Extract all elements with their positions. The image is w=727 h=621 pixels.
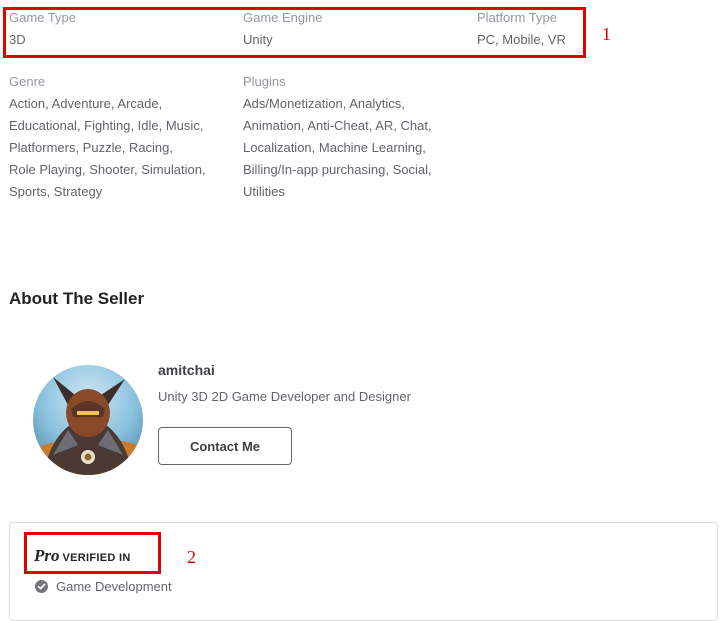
check-circle-icon	[35, 580, 48, 593]
genre-line: Role Playing, Shooter, Simulation,	[9, 162, 206, 177]
plugins-label: Plugins	[243, 74, 286, 89]
plugins-line: Localization, Machine Learning,	[243, 140, 426, 155]
annotation-box-1	[3, 7, 586, 58]
genre-value: Action, Adventure, Arcade, Educational, …	[9, 93, 206, 203]
plugins-line: Animation, Anti-Cheat, AR, Chat,	[243, 118, 432, 133]
contact-me-button[interactable]: Contact Me	[158, 427, 292, 465]
annotation-number-1: 1	[602, 24, 611, 44]
annotation-number-2: 2	[187, 547, 196, 567]
about-seller-heading: About The Seller	[9, 289, 145, 308]
genre-line: Sports, Strategy	[9, 184, 103, 199]
seller-tagline: Unity 3D 2D Game Developer and Designer	[158, 389, 411, 404]
genre-line: Educational, Fighting, Idle, Music,	[9, 118, 204, 133]
annotation-box-2	[24, 532, 161, 574]
seller-name[interactable]: amitchai	[158, 362, 215, 378]
plugins-line: Utilities	[243, 184, 285, 199]
plugins-line: Ads/Monetization, Analytics,	[243, 96, 405, 111]
plugins-value: Ads/Monetization, Analytics, Animation, …	[243, 93, 432, 203]
genre-line: Platformers, Puzzle, Racing,	[9, 140, 174, 155]
verified-category: Game Development	[35, 579, 172, 594]
genre-line: Action, Adventure, Arcade,	[9, 96, 163, 111]
seller-avatar[interactable]	[33, 365, 143, 475]
genre-label: Genre	[9, 74, 46, 89]
warrior-avatar-icon	[33, 365, 143, 475]
verified-category-label: Game Development	[56, 579, 172, 594]
plugins-line: Billing/In-app purchasing, Social,	[243, 162, 432, 177]
